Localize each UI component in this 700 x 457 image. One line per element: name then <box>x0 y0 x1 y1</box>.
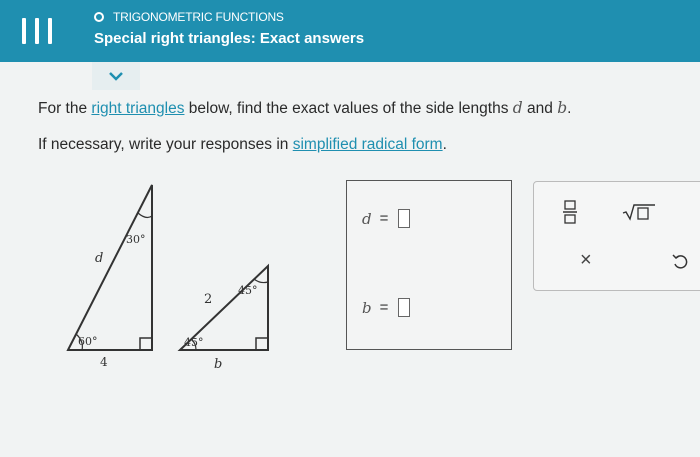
undo-button[interactable] <box>672 253 688 274</box>
answer-panel <box>346 180 512 350</box>
angle-30-label: 30° <box>126 233 146 246</box>
b-answer-input[interactable] <box>398 298 411 317</box>
fraction-icon <box>563 200 577 224</box>
base-b-label: b <box>214 357 222 372</box>
square-root-button[interactable] <box>622 203 656 226</box>
close-icon: × <box>580 249 592 271</box>
hypotenuse-d-label: d <box>95 251 103 266</box>
clear-button[interactable]: × <box>580 249 592 272</box>
angle-45-top-label: 45° <box>238 284 258 297</box>
fraction-button[interactable] <box>562 200 578 229</box>
answer-d-label: d <box>362 209 372 228</box>
undo-icon <box>672 254 688 269</box>
d-answer-input[interactable] <box>398 209 411 228</box>
base-4-label: 4 <box>100 355 108 369</box>
math-toolbox: × <box>533 181 700 291</box>
hypotenuse-2-label: 2 <box>204 292 212 307</box>
answer-row-b: b = <box>362 298 411 317</box>
answer-row-d: d = <box>362 209 411 228</box>
angle-45-bottom-label: 45° <box>184 336 204 349</box>
triangle-30-60-90: 30° 60° d 4 <box>66 184 153 369</box>
angle-60-label: 60° <box>78 335 98 348</box>
triangle-45-45-90: 45° 45° 2 b <box>177 263 269 372</box>
square-root-icon <box>622 204 655 221</box>
answer-b-label: b <box>362 298 372 317</box>
